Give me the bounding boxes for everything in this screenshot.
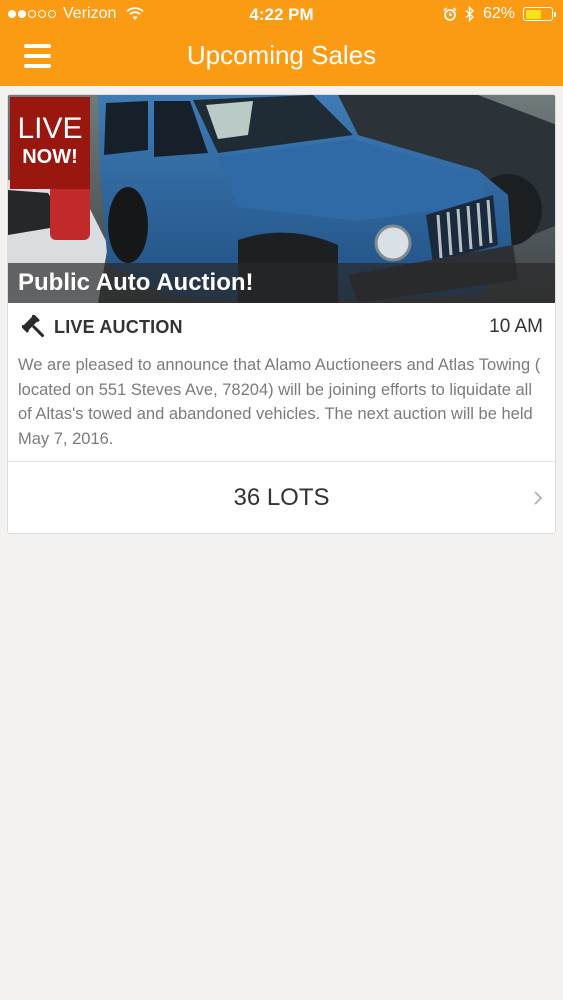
- signal-dots-icon: [8, 10, 56, 18]
- status-right: 62%: [443, 5, 556, 23]
- battery-percent: 62%: [482, 5, 515, 22]
- alarm-icon: [443, 7, 457, 21]
- sale-type: LIVE AUCTION: [54, 317, 183, 337]
- page-title: Upcoming Sales: [186, 40, 377, 70]
- battery-level-fill: [525, 9, 541, 19]
- badge-line2: NOW!: [22, 146, 78, 168]
- status-bar: Verizon 4:22 PM 62%: [0, 0, 563, 30]
- sale-card[interactable]: LIVE NOW! Public Auto Auction! LIVE AUCT…: [7, 94, 556, 534]
- carrier-name: Verizon: [63, 5, 117, 22]
- sale-photo[interactable]: LIVE NOW! Public Auto Auction!: [8, 95, 555, 303]
- sale-description: We are pleased to announce that Alamo Au…: [18, 356, 541, 448]
- sale-title: Public Auto Auction!: [8, 263, 555, 303]
- hamburger-menu-icon[interactable]: [24, 44, 51, 68]
- badge-line1: LIVE: [17, 112, 83, 145]
- sale-time: 10 AM: [489, 316, 543, 337]
- live-now-badge: LIVE NOW!: [10, 97, 90, 189]
- bluetooth-icon: [465, 6, 474, 22]
- chevron-right-icon: [534, 491, 543, 505]
- gavel-icon: [22, 315, 45, 338]
- wifi-icon: [126, 7, 145, 20]
- app-header: Verizon 4:22 PM 62% Upcoming Sales: [0, 0, 563, 86]
- lots-label: 36 LOTS: [233, 484, 330, 511]
- lots-button[interactable]: 36 LOTS: [8, 462, 555, 533]
- status-left: Verizon: [8, 5, 145, 23]
- sale-info-row: LIVE AUCTION 10 AM: [8, 303, 555, 347]
- battery-icon: [523, 7, 556, 21]
